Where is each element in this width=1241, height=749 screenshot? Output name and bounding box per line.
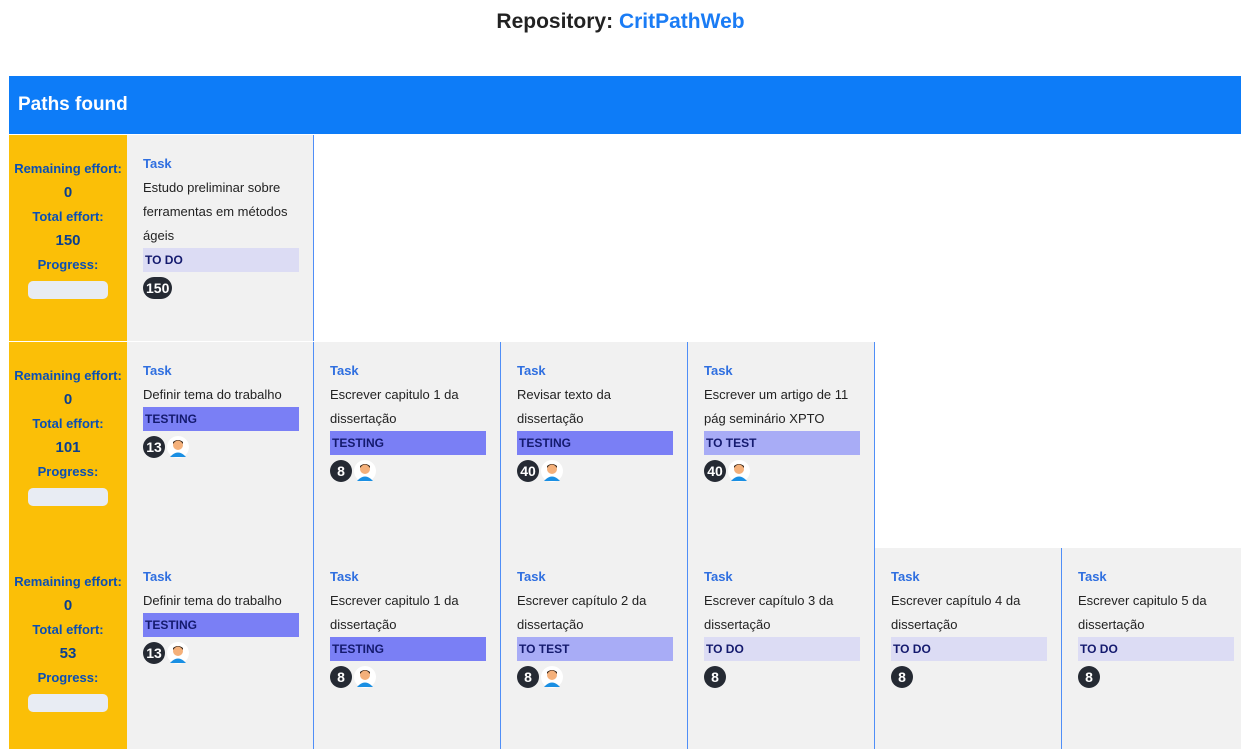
task-kind-label: Task [330, 569, 359, 584]
task-card[interactable]: Task Escrever capitulo 5 da dissertação TO… [1062, 548, 1241, 749]
task-title: Estudo preliminar sobre ferramentas em m… [143, 180, 288, 243]
repository-title: Repository: CritPathWeb [0, 10, 1241, 34]
task-status-badge: TESTING [143, 613, 299, 637]
task-card[interactable]: Task Escrever capítulo 2 da dissertação TO… [501, 548, 688, 749]
task-status-badge: TESTING [517, 431, 673, 455]
effort-badge: 40 [704, 460, 726, 482]
effort-badge: 8 [704, 666, 726, 688]
remaining-effort-value: 0 [63, 597, 73, 614]
remaining-effort-label: Remaining effort: [14, 574, 122, 589]
task-card[interactable]: Task Escrever capitulo 1 da dissertação TE… [314, 548, 501, 749]
task-meta: 40 [704, 459, 874, 483]
task-kind-label: Task [1078, 569, 1107, 584]
path-summary: Remaining effort: 0 Total effort: 53 Progres… [9, 548, 127, 749]
person-avatar-icon[interactable] [541, 666, 563, 688]
path-summary: Remaining effort: 0 Total effort: 101 Progre… [9, 342, 127, 548]
effort-badge: 40 [517, 460, 539, 482]
task-meta: 40 [517, 459, 687, 483]
remaining-effort-label: Remaining effort: [14, 161, 122, 176]
person-avatar-icon[interactable] [541, 460, 563, 482]
task-card[interactable]: Task Escrever um artigo de 11 pág seminár… [688, 342, 875, 548]
task-status-badge: TO DO [891, 637, 1047, 661]
total-effort-value: 101 [55, 439, 81, 456]
task-title: Escrever capitulo 1 da dissertação [330, 387, 459, 426]
progress-bar [28, 694, 108, 712]
person-avatar-icon[interactable] [354, 666, 376, 688]
task-title: Definir tema do trabalho [143, 387, 282, 402]
task-meta: 13 [143, 641, 313, 665]
task-kind-label: Task [517, 569, 546, 584]
task-kind-label: Task [704, 569, 733, 584]
effort-badge: 8 [1078, 666, 1100, 688]
task-title: Escrever capitulo 5 da dissertação [1078, 593, 1207, 632]
task-card[interactable]: Task Revisar texto da dissertação TESTING 4… [501, 342, 688, 548]
task-status-badge: TO DO [143, 248, 299, 272]
total-effort-value: 53 [59, 645, 77, 662]
person-avatar-icon[interactable] [167, 436, 189, 458]
task-meta: 8 [1078, 665, 1241, 689]
effort-badge: 150 [143, 277, 173, 299]
task-meta: 8 [891, 665, 1061, 689]
task-kind-label: Task [143, 156, 172, 171]
task-kind-label: Task [330, 363, 359, 378]
effort-badge: 8 [330, 666, 352, 688]
task-title: Escrever capítulo 4 da dissertação [891, 593, 1021, 632]
task-status-badge: TESTING [330, 637, 486, 661]
task-title: Escrever capítulo 2 da dissertação [517, 593, 647, 632]
total-effort-label: Total effort: [32, 416, 104, 431]
paths-found-header: Paths found [9, 76, 1241, 134]
task-status-badge: TESTING [330, 431, 486, 455]
remaining-effort-label: Remaining effort: [14, 368, 122, 383]
task-status-badge: TO TEST [704, 431, 860, 455]
task-card[interactable]: Task Escrever capítulo 4 da dissertação TO… [875, 548, 1062, 749]
total-effort-label: Total effort: [32, 622, 104, 637]
task-meta: 8 [330, 459, 500, 483]
progress-label: Progress: [37, 257, 99, 272]
task-meta: 8 [330, 665, 500, 689]
task-title: Definir tema do trabalho [143, 593, 282, 608]
effort-badge: 8 [330, 460, 352, 482]
task-card[interactable]: Task Escrever capitulo 1 da dissertação TE… [314, 342, 501, 548]
task-status-badge: TO DO [704, 637, 860, 661]
task-kind-label: Task [143, 569, 172, 584]
remaining-effort-value: 0 [63, 391, 73, 408]
progress-bar [28, 281, 108, 299]
task-status-badge: TO TEST [517, 637, 673, 661]
task-kind-label: Task [143, 363, 172, 378]
progress-label: Progress: [37, 670, 99, 685]
person-avatar-icon[interactable] [167, 642, 189, 664]
effort-badge: 8 [891, 666, 913, 688]
task-meta: 150 [143, 276, 313, 300]
task-status-badge: TESTING [143, 407, 299, 431]
task-card[interactable]: Task Estudo preliminar sobre ferramentas … [127, 135, 314, 341]
task-card[interactable]: Task Definir tema do trabalho TESTING 13 [127, 548, 314, 749]
task-card[interactable]: Task Definir tema do trabalho TESTING 13 [127, 342, 314, 548]
person-avatar-icon[interactable] [354, 460, 376, 482]
task-title: Revisar texto da dissertação [517, 387, 611, 426]
task-title: Escrever capitulo 1 da dissertação [330, 593, 459, 632]
path-summary: Remaining effort: 0 Total effort: 150 Progre… [9, 135, 127, 341]
total-effort-value: 150 [55, 232, 81, 249]
task-kind-label: Task [517, 363, 546, 378]
progress-bar [28, 488, 108, 506]
task-meta: 8 [704, 665, 874, 689]
task-title: Escrever capítulo 3 da dissertação [704, 593, 834, 632]
task-status-badge: TO DO [1078, 637, 1234, 661]
effort-badge: 13 [143, 642, 165, 664]
task-meta: 13 [143, 435, 313, 459]
task-title: Escrever um artigo de 11 pág seminário X… [704, 387, 849, 426]
repository-name[interactable]: CritPathWeb [619, 10, 745, 33]
remaining-effort-value: 0 [63, 184, 73, 201]
person-avatar-icon[interactable] [728, 460, 750, 482]
task-kind-label: Task [704, 363, 733, 378]
repository-label: Repository: [496, 10, 614, 33]
task-meta: 8 [517, 665, 687, 689]
effort-badge: 8 [517, 666, 539, 688]
progress-label: Progress: [37, 464, 99, 479]
total-effort-label: Total effort: [32, 209, 104, 224]
task-kind-label: Task [891, 569, 920, 584]
effort-badge: 13 [143, 436, 165, 458]
task-card[interactable]: Task Escrever capítulo 3 da dissertação TO… [688, 548, 875, 749]
